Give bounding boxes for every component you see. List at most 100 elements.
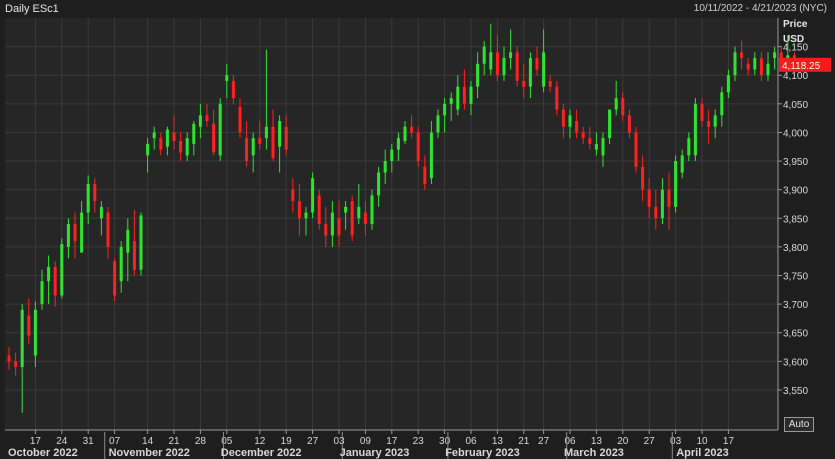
last-price-label: 4,118.25: [782, 61, 821, 72]
x-tick-label: 05: [221, 436, 233, 447]
x-tick-label: 20: [617, 436, 629, 447]
x-tick-label: 21: [168, 436, 180, 447]
candle-body: [350, 201, 354, 236]
candle-body: [410, 126, 414, 133]
candle-body: [641, 166, 645, 190]
candle-body: [245, 138, 249, 162]
candle-body: [363, 212, 367, 224]
candle-body: [185, 138, 189, 156]
candle-body: [429, 132, 433, 179]
candle-body: [99, 206, 103, 219]
candle-body: [33, 309, 37, 356]
candle-body: [667, 189, 671, 207]
x-tick-label: 06: [564, 436, 576, 447]
y-tick-label: 3,750: [783, 272, 808, 283]
candle-body: [73, 224, 77, 242]
candle-body: [192, 123, 196, 144]
x-tick-label: 10: [696, 436, 708, 447]
candle-body: [93, 183, 97, 202]
candle-body: [614, 98, 618, 110]
candle-body: [370, 195, 374, 224]
candle-body: [456, 86, 460, 110]
candle-body: [674, 161, 678, 207]
x-tick-label: 03: [670, 436, 682, 447]
x-tick-label: 27: [538, 436, 550, 447]
candle-body: [258, 138, 262, 144]
candle-body: [746, 63, 750, 70]
x-month-label: February 2023: [445, 447, 520, 459]
candle-body: [86, 183, 90, 213]
candlestick-chart[interactable]: 3,550 3,600 3,650 3,700 3,750 3,800 3,850 3,900…: [0, 0, 835, 459]
candle-body: [40, 281, 44, 305]
x-tick-label: 03: [333, 436, 345, 447]
candle-body: [119, 246, 123, 282]
candle-body: [416, 132, 420, 162]
candle-body: [284, 126, 288, 150]
candle-body: [660, 189, 664, 219]
candle-body: [726, 75, 730, 93]
x-tick-label: 31: [83, 436, 95, 447]
candle-body: [601, 138, 605, 156]
candle-body: [561, 109, 565, 127]
y-tick-label: 4,000: [783, 128, 808, 139]
candle-body: [423, 166, 427, 184]
y-tick-label: 4,150: [783, 43, 808, 54]
candle-body: [575, 121, 579, 133]
candle-body: [278, 121, 282, 147]
x-tick-label: 17: [723, 436, 735, 447]
candle-body: [509, 52, 513, 59]
candle-body: [476, 63, 480, 87]
candle-body: [443, 103, 447, 116]
candle-body: [581, 132, 585, 139]
candle-body: [330, 212, 334, 236]
candle-body: [634, 132, 638, 167]
y-tick-label: 3,950: [783, 157, 808, 168]
candle-body: [212, 123, 216, 153]
candle-body: [773, 52, 777, 59]
candle-body: [291, 189, 295, 202]
candle-body: [159, 138, 163, 150]
candle-body: [106, 212, 110, 247]
x-month-label: April 2023: [676, 447, 729, 459]
candle-body: [449, 98, 453, 104]
candle-body: [555, 86, 559, 110]
x-tick-label: 28: [195, 436, 207, 447]
candle-body: [779, 52, 783, 59]
candle-body: [66, 224, 70, 247]
candle-body: [132, 241, 136, 270]
candle-body: [647, 189, 651, 207]
candle-body: [20, 309, 24, 368]
x-tick-label: 17: [30, 436, 42, 447]
candle-body: [172, 132, 176, 142]
candle-body: [218, 103, 222, 156]
auto-scale-button[interactable]: Auto: [784, 417, 814, 432]
candle-body: [14, 361, 18, 368]
candle-body: [515, 52, 519, 81]
candle-body: [60, 244, 64, 296]
candle-body: [713, 115, 717, 127]
candle-body: [766, 63, 770, 76]
candle-body: [198, 115, 202, 127]
x-tick-label: 17: [386, 436, 398, 447]
candle-body: [357, 206, 361, 219]
candle-body: [786, 55, 790, 59]
x-tick-label: 27: [644, 436, 656, 447]
candle-body: [396, 138, 400, 150]
x-tick-label: 23: [413, 436, 425, 447]
candle-body: [231, 80, 235, 99]
x-month-label: November 2022: [109, 447, 190, 459]
candle-body: [542, 52, 546, 87]
y-tick-label: 4,100: [783, 71, 808, 82]
candle-body: [139, 215, 143, 270]
candle-body: [47, 266, 51, 282]
x-month-label: January 2023: [340, 447, 410, 459]
candle-body: [522, 80, 526, 87]
candle-body: [502, 58, 506, 76]
candle-body: [337, 218, 341, 236]
x-month-label: March 2023: [564, 447, 624, 459]
candle-body: [271, 126, 275, 159]
candle-body: [317, 195, 321, 224]
x-tick-label: 12: [254, 436, 266, 447]
candle-body: [311, 178, 315, 213]
x-tick-label: 13: [492, 436, 504, 447]
